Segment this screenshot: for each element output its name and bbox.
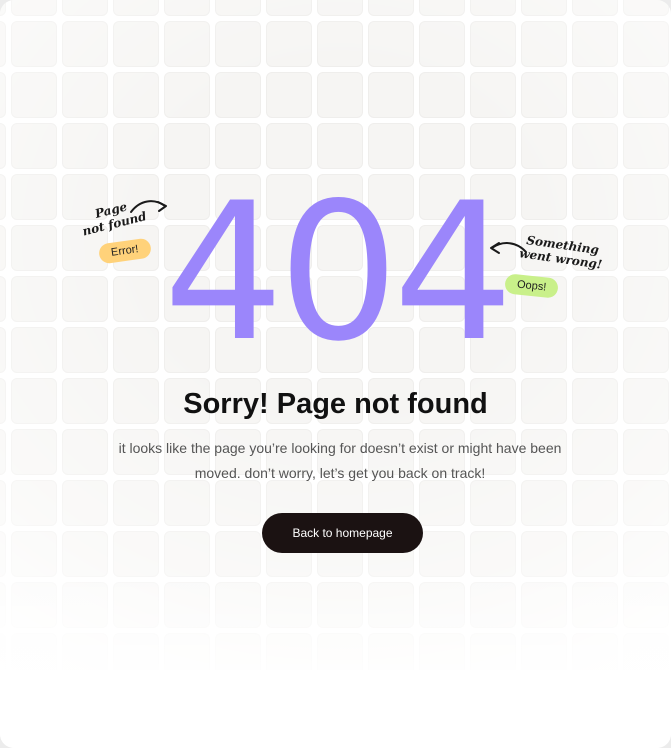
background-tile: [368, 72, 414, 118]
background-tile: [0, 429, 6, 475]
background-tile: [113, 21, 159, 67]
background-tile: [11, 72, 57, 118]
background-tile: [113, 480, 159, 526]
background-tile: [164, 480, 210, 526]
background-tile: [470, 0, 516, 16]
background-tile: [572, 21, 618, 67]
background-tile: [470, 21, 516, 67]
background-fade: [0, 568, 671, 748]
background-tile: [215, 72, 261, 118]
background-tile: [266, 21, 312, 67]
background-tile: [215, 0, 261, 16]
background-tile: [62, 123, 108, 169]
background-tile: [317, 21, 363, 67]
background-tile: [521, 72, 567, 118]
background-tile: [368, 21, 414, 67]
background-tile: [0, 0, 6, 16]
background-tile: [113, 72, 159, 118]
background-tile: [11, 123, 57, 169]
background-tile: [419, 480, 465, 526]
background-tile: [11, 21, 57, 67]
background-tile: [521, 480, 567, 526]
background-tile: [11, 0, 57, 16]
background-tile: [419, 21, 465, 67]
background-tile: [572, 72, 618, 118]
background-tile: [0, 480, 6, 526]
back-to-homepage-button[interactable]: Back to homepage: [262, 513, 423, 553]
background-tile: [164, 72, 210, 118]
background-tile: [623, 429, 669, 475]
background-tile: [470, 480, 516, 526]
background-tile: [62, 480, 108, 526]
background-tile: [113, 0, 159, 16]
background-tile: [419, 72, 465, 118]
background-tile: [623, 123, 669, 169]
background-tile: [62, 21, 108, 67]
background-tile: [623, 72, 669, 118]
background-tile: [623, 21, 669, 67]
background-tile: [0, 123, 6, 169]
background-tile: [623, 0, 669, 16]
background-tile: [11, 429, 57, 475]
error-card: 404 Page not found Error! Something went…: [0, 0, 671, 748]
background-tile: [317, 72, 363, 118]
background-tile: [521, 123, 567, 169]
background-tile: [164, 21, 210, 67]
background-tile: [266, 72, 312, 118]
page-description: it looks like the page you’re looking fo…: [118, 440, 562, 481]
background-tile: [470, 72, 516, 118]
background-tile: [572, 480, 618, 526]
background-tile: [0, 21, 6, 67]
background-tile: [368, 0, 414, 16]
background-tile: [419, 0, 465, 16]
background-tile: [266, 0, 312, 16]
background-tile: [572, 123, 618, 169]
page-title: Sorry! Page not found: [183, 388, 488, 420]
background-tile: [215, 21, 261, 67]
background-tile: [572, 0, 618, 16]
background-tile: [11, 480, 57, 526]
background-tile: [62, 0, 108, 16]
background-tile: [521, 21, 567, 67]
background-tile: [521, 0, 567, 16]
background-tile: [215, 480, 261, 526]
background-tile: [62, 72, 108, 118]
background-tile: [113, 123, 159, 169]
background-tile: [164, 0, 210, 16]
background-tile: [0, 72, 6, 118]
background-tile: [317, 0, 363, 16]
background-tile: [623, 480, 669, 526]
